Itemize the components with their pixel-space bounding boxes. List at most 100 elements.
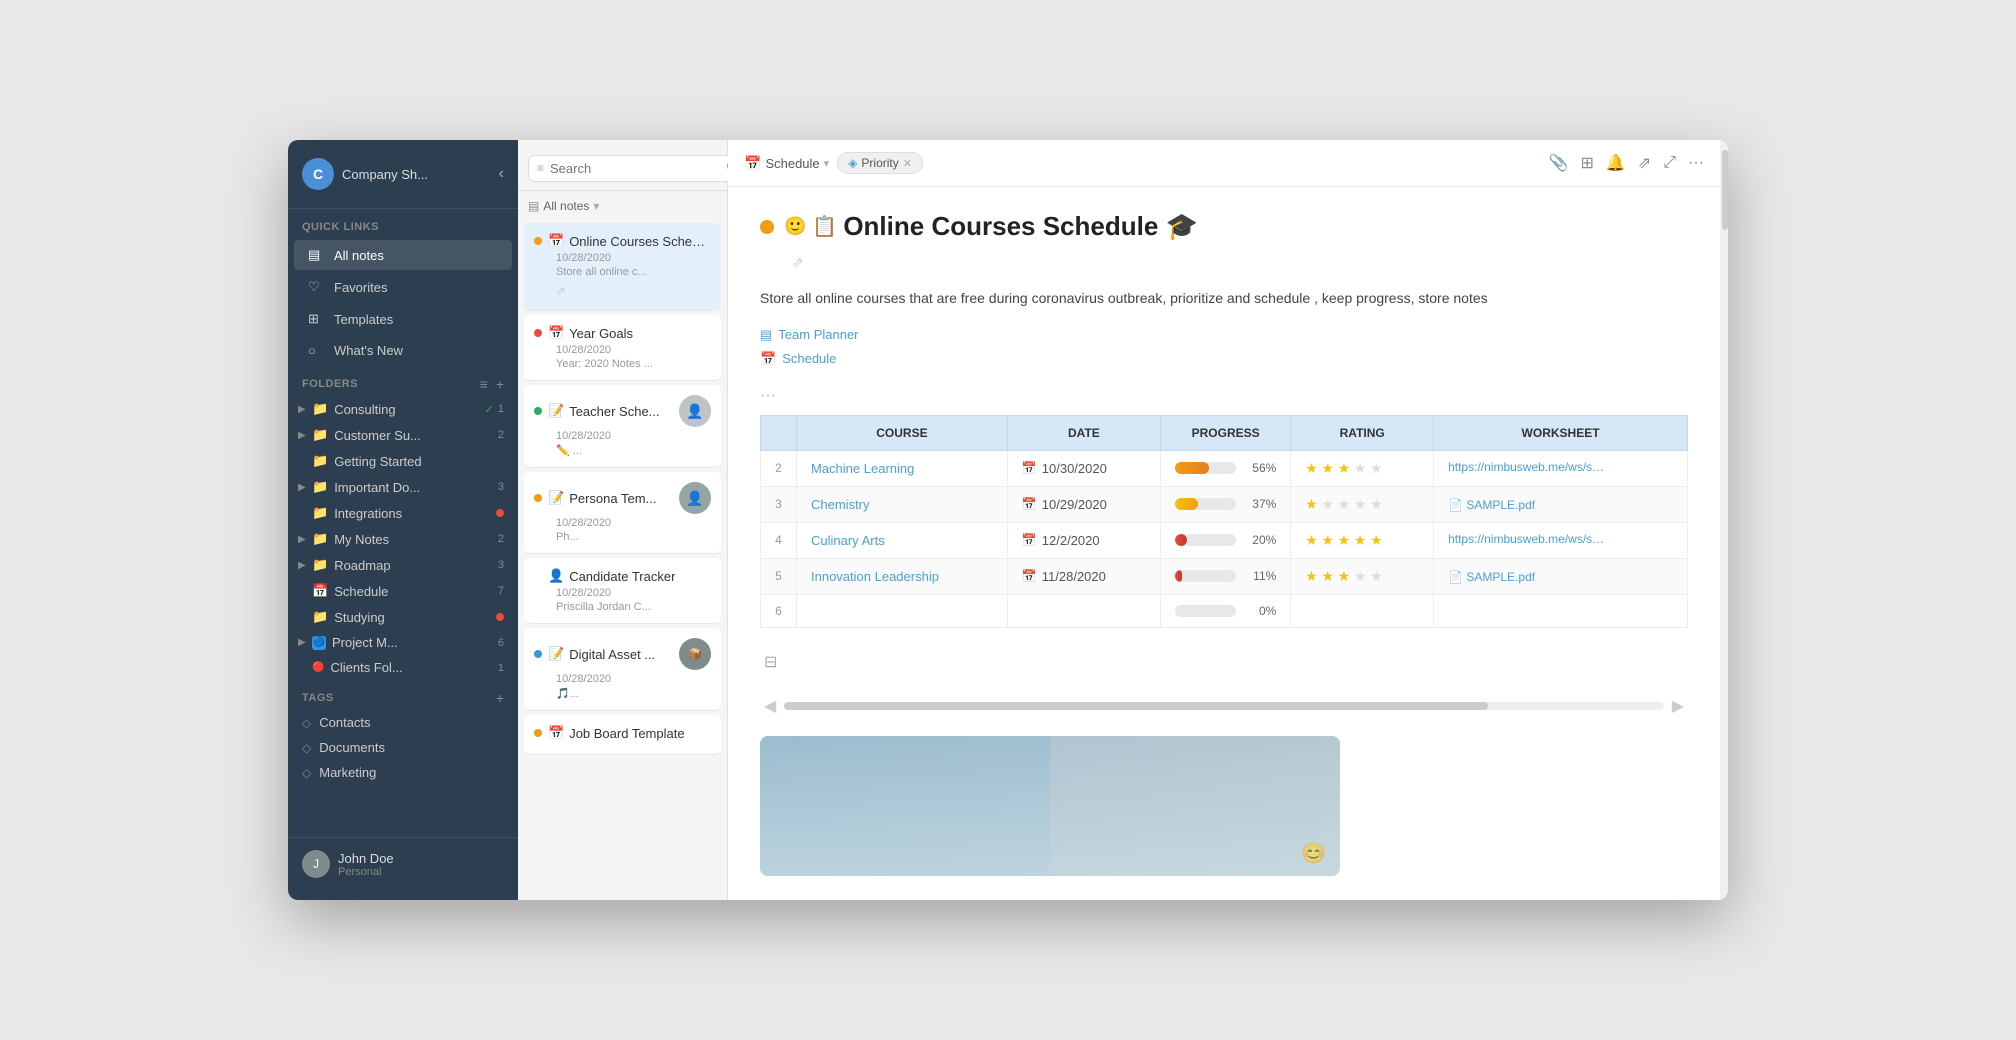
- note-item-year-goals[interactable]: 📅 Year Goals 10/28/2020 Year: 2020 Notes…: [524, 315, 721, 381]
- course-name[interactable]: Machine Learning: [797, 450, 1008, 486]
- sidebar-item-templates[interactable]: ⊞ Templates: [294, 304, 512, 334]
- note-date: 10/28/2020: [556, 587, 711, 599]
- more-options-icon[interactable]: ···: [1688, 154, 1704, 172]
- folder-item-my-notes[interactable]: ▶ 📁 My Notes 2: [288, 526, 518, 552]
- col-progress: PROGRESS: [1160, 415, 1290, 450]
- course-date: 📅 11/28/2020: [1007, 558, 1160, 594]
- progress-bar-bg: [1175, 605, 1236, 617]
- sidebar-collapse-btn[interactable]: ‹: [499, 165, 504, 183]
- note-item-persona-tem[interactable]: 📝 Persona Tem... 👤 10/28/2020 Ph...: [524, 472, 721, 554]
- note-date: 10/28/2020: [556, 517, 711, 529]
- tag-item-documents[interactable]: ◇ Documents: [288, 735, 518, 760]
- note-links: ▤ Team Planner 📅 Schedule: [760, 327, 1688, 367]
- folder-item-integrations[interactable]: 📁 Integrations: [288, 500, 518, 526]
- notification-icon[interactable]: 🔔: [1606, 153, 1626, 173]
- filter-icon: ≡: [537, 161, 544, 175]
- course-progress: 56%: [1160, 450, 1290, 486]
- breadcrumb-schedule[interactable]: 📅 Schedule ▾: [744, 155, 829, 172]
- course-rating: ★ ★ ★ ★ ★: [1291, 558, 1434, 594]
- dropdown-arrow-icon[interactable]: ▾: [593, 199, 599, 213]
- note-table-icon: 📋: [812, 214, 837, 239]
- note-type-icon: 📝: [548, 403, 564, 419]
- note-date: 10/28/2020: [556, 673, 711, 685]
- course-progress: 37%: [1160, 486, 1290, 522]
- priority-tag[interactable]: ◈ Priority ✕: [837, 152, 923, 174]
- main-scrollbar[interactable]: [1720, 140, 1728, 900]
- link-cal-icon: 📅: [760, 351, 776, 367]
- star-empty-icon: ★: [1354, 568, 1367, 584]
- filter-row: ⊟: [760, 648, 1688, 676]
- share-icon[interactable]: ⇗: [1638, 153, 1651, 173]
- notes-list-subheader: ▤ All notes ▾: [518, 191, 727, 221]
- breadcrumb-dropdown-icon[interactable]: ▾: [824, 157, 830, 170]
- note-link-team-planner[interactable]: ▤ Team Planner: [760, 327, 1688, 343]
- folder-add-icon[interactable]: +: [496, 376, 504, 392]
- note-link-schedule[interactable]: 📅 Schedule: [760, 351, 1688, 367]
- folder-item-consulting[interactable]: ▶ 📁 Consulting ✓ 1: [288, 396, 518, 422]
- row-num: 2: [761, 450, 797, 486]
- folder-item-project-m[interactable]: ▶ 🔵 Project M... 6: [288, 630, 518, 655]
- tag-item-contacts[interactable]: ◇ Contacts: [288, 710, 518, 735]
- folder-sort-icon[interactable]: ≡: [480, 376, 488, 392]
- note-item-job-board-template[interactable]: 📅 Job Board Template: [524, 715, 721, 755]
- folder-item-getting-started[interactable]: 📁 Getting Started: [288, 448, 518, 474]
- course-name[interactable]: Chemistry: [797, 486, 1008, 522]
- share-decoration-icon: ⇗: [792, 254, 804, 271]
- folder-item-schedule[interactable]: 📅 Schedule 7: [288, 578, 518, 604]
- toolbar-actions: 📎 ⊞ 🔔 ⇗ ⤢ ···: [1549, 153, 1704, 173]
- folder-item-studying[interactable]: 📁 Studying: [288, 604, 518, 630]
- course-name[interactable]: Innovation Leadership: [797, 558, 1008, 594]
- star-empty-icon: ★: [1370, 460, 1383, 476]
- folder-chevron-icon: ▶: [298, 534, 312, 545]
- tag-item-marketing[interactable]: ◇ Marketing: [288, 760, 518, 785]
- scroll-right-button[interactable]: ▶: [1668, 692, 1688, 720]
- folder-icon: 📁: [312, 427, 328, 443]
- filter-button[interactable]: ⊟: [760, 648, 781, 676]
- more-content-button[interactable]: ···: [760, 387, 1688, 405]
- sidebar-item-whats-new[interactable]: ○ What's New: [294, 336, 512, 365]
- note-item-digital-asset[interactable]: 📝 Digital Asset ... 📦 10/28/2020 🎵...: [524, 628, 721, 711]
- folder-item-roadmap[interactable]: ▶ 📁 Roadmap 3: [288, 552, 518, 578]
- course-rating: ★ ★ ★ ★ ★: [1291, 522, 1434, 558]
- note-item-online-courses[interactable]: 📅 Online Courses Schedu... 10/28/2020 St…: [524, 223, 721, 311]
- folder-item-customer-su[interactable]: ▶ 📁 Customer Su... 2: [288, 422, 518, 448]
- folder-name: Studying: [334, 610, 492, 625]
- tags-header: Tags +: [288, 680, 518, 710]
- note-item-candidate-tracker[interactable]: 👤 Candidate Tracker 10/28/2020 Priscilla…: [524, 558, 721, 624]
- course-worksheet[interactable]: https://nimbusweb.me/ws/sq5f...: [1434, 450, 1688, 486]
- folder-item-important-do[interactable]: ▶ 📁 Important Do... 3: [288, 474, 518, 500]
- sidebar-item-all-notes[interactable]: ▤ All notes: [294, 240, 512, 270]
- sidebar-item-favorites[interactable]: ♡ Favorites: [294, 272, 512, 302]
- progress-bar-fill: [1175, 462, 1209, 474]
- folder-badge-icon: [496, 509, 504, 517]
- folder-name: Clients Fol...: [330, 660, 493, 675]
- tag-icon: ◇: [302, 716, 311, 730]
- expand-icon[interactable]: ⤢: [1663, 154, 1676, 172]
- tag-icon: ◇: [302, 766, 311, 780]
- folder-item-clients-fol[interactable]: 🔴 Clients Fol... 1: [288, 655, 518, 680]
- course-worksheet[interactable]: 📄 SAMPLE.pdf: [1434, 486, 1688, 522]
- course-date: 📅 12/2/2020: [1007, 522, 1160, 558]
- course-worksheet[interactable]: https://nimbusweb.me/ws/sq5f...: [1434, 522, 1688, 558]
- folder-icon: 📅: [312, 583, 328, 599]
- course-name[interactable]: Culinary Arts: [797, 522, 1008, 558]
- note-preview: Year: 2020 Notes ...: [556, 358, 711, 370]
- note-item-teacher-sche[interactable]: 📝 Teacher Sche... 👤 10/28/2020 ✏️ ...: [524, 385, 721, 468]
- note-type-icon: 📅: [548, 325, 564, 341]
- note-priority-dot: [534, 329, 542, 337]
- note-title: Year Goals: [569, 326, 711, 341]
- scroll-track[interactable]: [784, 702, 1663, 710]
- progress-bar-fill: [1175, 570, 1182, 582]
- link-doc-icon: ▤: [760, 327, 772, 343]
- attachment-icon[interactable]: 📎: [1549, 153, 1569, 173]
- course-worksheet[interactable]: 📄 SAMPLE.pdf: [1434, 558, 1688, 594]
- priority-remove-icon[interactable]: ✕: [903, 157, 912, 170]
- tags-label: Tags: [302, 692, 496, 704]
- grid-view-icon[interactable]: ⊞: [1580, 153, 1593, 173]
- note-type-icon: 👤: [548, 568, 564, 584]
- all-notes-icon: ▤: [308, 247, 326, 263]
- search-input[interactable]: [550, 161, 726, 176]
- tag-add-icon[interactable]: +: [496, 690, 504, 706]
- scroll-left-button[interactable]: ◀: [760, 692, 780, 720]
- tag-label: Contacts: [319, 715, 370, 730]
